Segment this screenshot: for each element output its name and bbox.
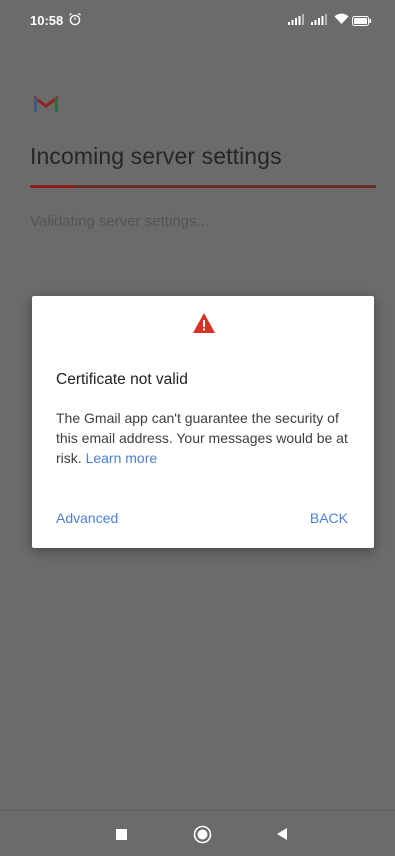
status-time: 10:58 [30, 13, 64, 28]
progress-fill [30, 185, 75, 188]
battery-icon [352, 16, 372, 26]
home-circle-icon[interactable] [193, 825, 212, 844]
alarm-clock-icon [69, 12, 81, 26]
back-button[interactable]: BACK [310, 510, 348, 526]
progress-bar [30, 185, 376, 188]
certificate-dialog: Certificate not valid The Gmail app can'… [32, 296, 374, 548]
page-title: Incoming server settings [30, 143, 282, 169]
dialog-message: The Gmail app can't guarantee the securi… [56, 408, 352, 468]
gmail-logo [34, 95, 58, 112]
advanced-button[interactable]: Advanced [56, 510, 118, 526]
navigation-bar [0, 810, 395, 856]
back-triangle-icon[interactable] [276, 827, 288, 841]
wifi-icon [334, 13, 349, 24]
dialog-title: Certificate not valid [56, 371, 188, 388]
status-bar: 10:58 [0, 0, 395, 40]
learn-more-link[interactable]: Learn more [86, 450, 158, 466]
recents-square-icon[interactable] [116, 829, 127, 840]
cell-signal-icon [311, 14, 327, 25]
status-text: Validating server settings... [30, 213, 209, 230]
cell-signal-icon [288, 14, 304, 25]
warning-icon [193, 313, 215, 333]
